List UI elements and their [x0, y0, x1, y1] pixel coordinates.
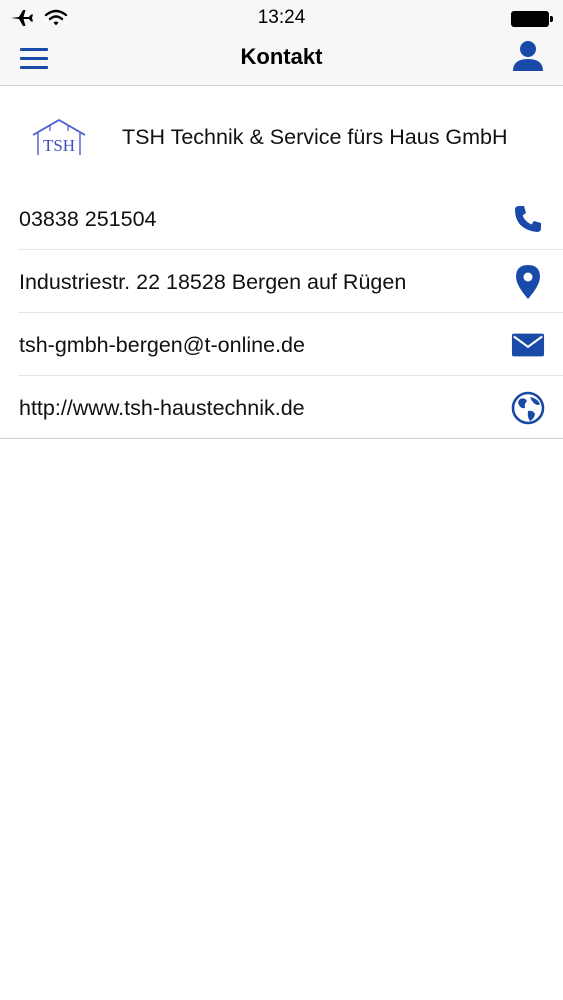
status-bar: 13:24	[0, 0, 563, 36]
contact-row-website[interactable]: http://www.tsh-haustechnik.de	[0, 376, 563, 439]
mail-icon[interactable]	[511, 328, 545, 362]
contact-list: 03838 251504 Industriestr. 22 18528 Berg…	[0, 187, 563, 439]
contact-row-address[interactable]: Industriestr. 22 18528 Bergen auf Rügen	[0, 250, 563, 313]
company-name: TSH Technik & Service fürs Haus GmbH	[122, 125, 508, 149]
company-logo: TSH	[30, 117, 88, 157]
user-icon	[513, 41, 543, 71]
contact-row-phone[interactable]: 03838 251504	[0, 187, 563, 250]
company-header: TSH TSH Technik & Service fürs Haus GmbH	[0, 87, 563, 187]
page-title: Kontakt	[240, 44, 323, 69]
contact-row-email[interactable]: tsh-gmbh-bergen@t-online.de	[0, 313, 563, 376]
company-logo-text: TSH	[43, 136, 75, 155]
navigation-bar: Kontakt	[0, 36, 563, 86]
phone-number: 03838 251504	[19, 207, 157, 231]
email-address: tsh-gmbh-bergen@t-online.de	[19, 333, 305, 357]
globe-icon[interactable]	[511, 391, 545, 425]
location-pin-icon[interactable]	[511, 265, 545, 299]
battery-icon	[511, 11, 553, 27]
status-time: 13:24	[257, 7, 306, 28]
user-button[interactable]	[511, 38, 545, 74]
phone-icon[interactable]	[511, 202, 545, 236]
address: Industriestr. 22 18528 Bergen auf Rügen	[19, 270, 407, 294]
website-url: http://www.tsh-haustechnik.de	[19, 396, 305, 420]
